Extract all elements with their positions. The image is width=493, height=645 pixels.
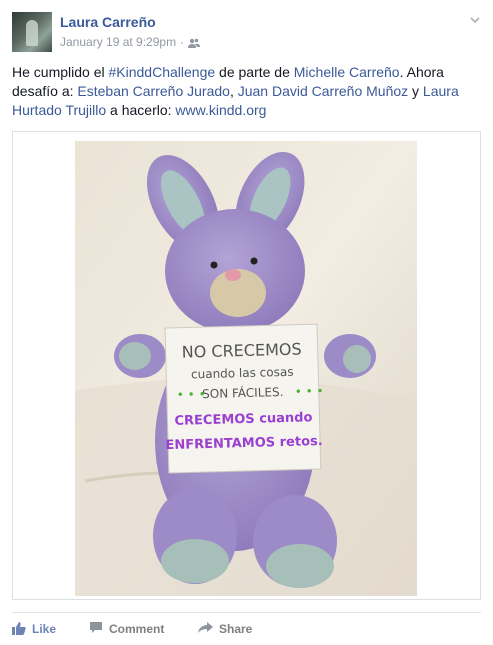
post-photo[interactable]: NO CRECEMOS cuando las cosas SON FÁCILES…: [75, 141, 417, 596]
text-segment: ,: [229, 83, 238, 99]
timestamp-link[interactable]: January 19 at 9:29pm: [60, 35, 176, 49]
mention-link[interactable]: Michelle Carreño: [294, 64, 400, 80]
like-button[interactable]: Like: [12, 620, 56, 638]
share-label: Share: [219, 622, 253, 636]
mention-link[interactable]: Juan David Carreño Muñoz: [238, 83, 408, 99]
post-text: He cumplido el #KinddChallenge de parte …: [12, 63, 482, 120]
mention-link[interactable]: Esteban Carreño Jurado: [77, 83, 230, 99]
share-button[interactable]: Share: [198, 620, 252, 638]
sign-dots-left: • • •: [177, 387, 206, 402]
post-meta: January 19 at 9:29pm ·: [60, 35, 201, 49]
sign-dots-right: • • •: [295, 384, 324, 399]
thumbs-up-icon: [12, 621, 26, 638]
share-icon: [198, 621, 213, 637]
chevron-down-icon[interactable]: [469, 14, 481, 26]
actions-divider: [12, 612, 481, 613]
text-segment: de parte de: [215, 64, 294, 80]
like-label: Like: [32, 622, 57, 636]
text-segment: a hacerlo:: [106, 102, 176, 118]
sign-line-3: SON FÁCILES.: [202, 384, 284, 401]
text-segment: He cumplido el: [12, 64, 109, 80]
hashtag-link[interactable]: #KinddChallenge: [109, 64, 216, 80]
author-avatar[interactable]: [12, 12, 52, 52]
comment-label: Comment: [109, 622, 165, 636]
meta-separator: ·: [180, 35, 185, 49]
comment-button[interactable]: Comment: [89, 620, 164, 638]
friends-icon[interactable]: [188, 37, 201, 48]
author-name-link[interactable]: Laura Carreño: [60, 14, 156, 30]
sign-line-1: NO CRECEMOS: [182, 340, 302, 362]
text-segment: y: [408, 83, 423, 99]
sign-line-2: cuando las cosas: [191, 365, 294, 382]
post-card: Laura Carreño January 19 at 9:29pm · He …: [0, 0, 493, 645]
url-link[interactable]: www.kindd.org: [175, 102, 266, 118]
comment-icon: [89, 621, 103, 637]
